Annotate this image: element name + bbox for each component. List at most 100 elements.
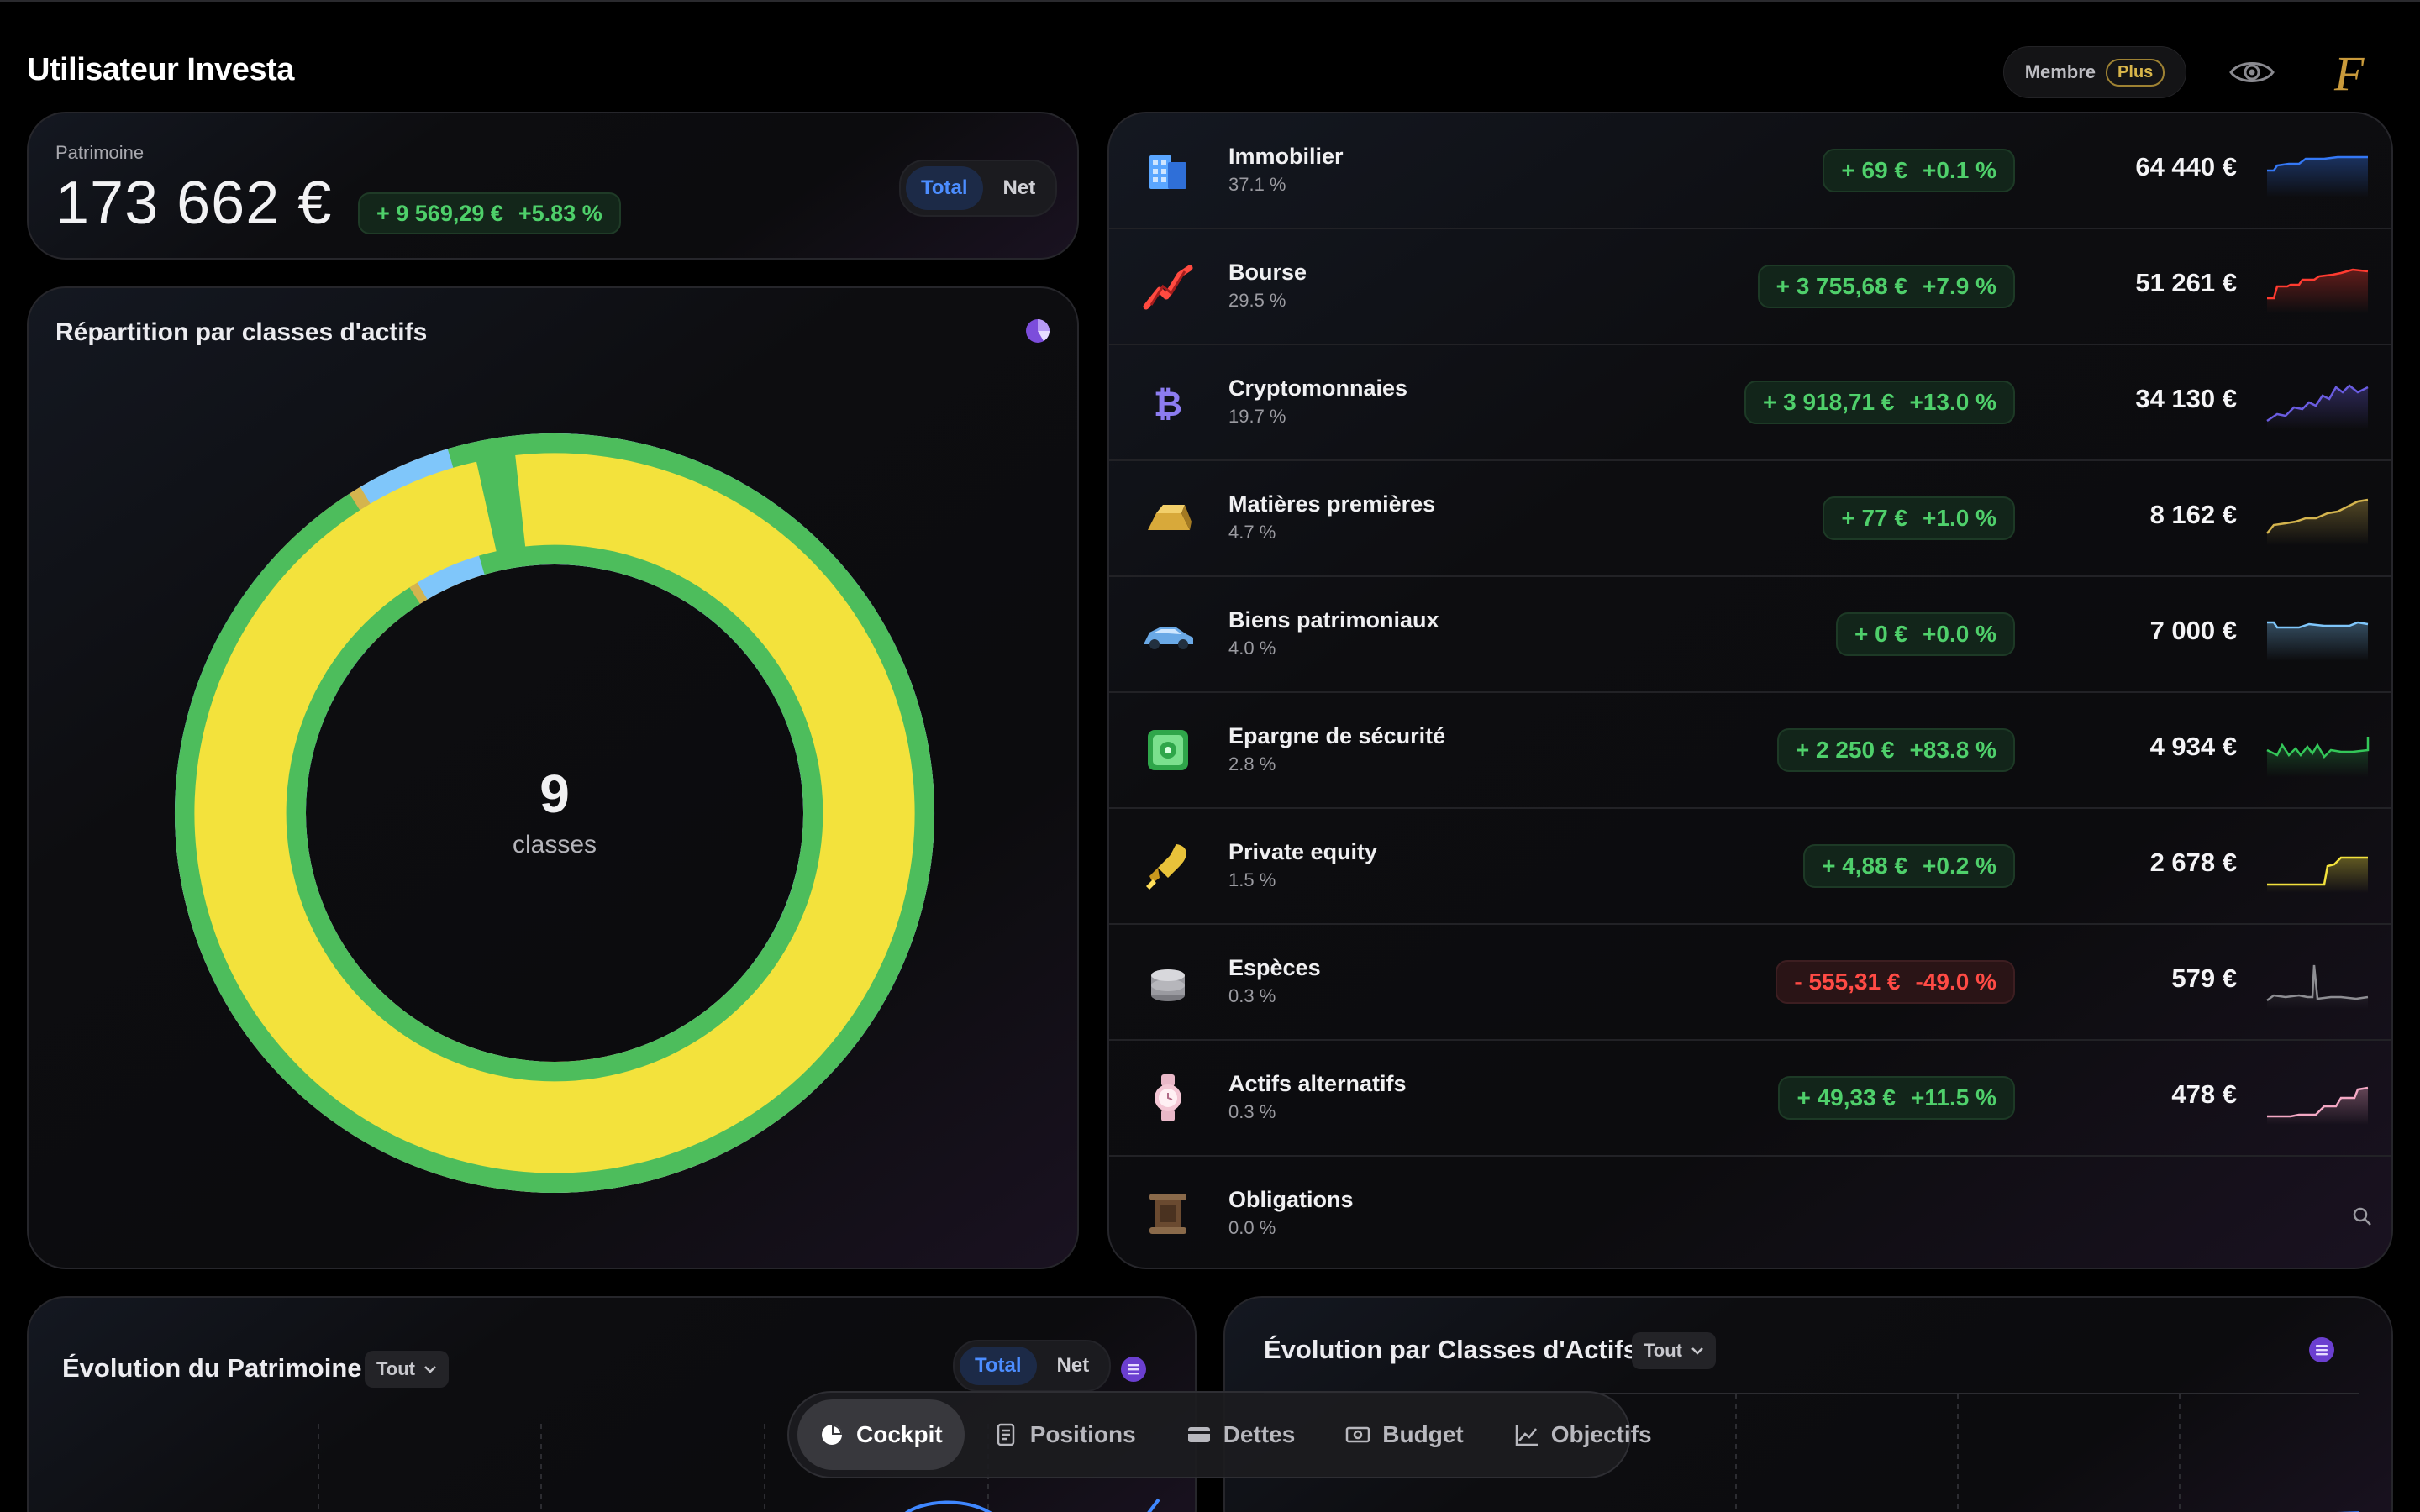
asset-delta-pct: +0.2 % xyxy=(1923,853,1996,879)
chevron-down-icon xyxy=(1691,1347,1703,1355)
asset-delta-amount: + 3 755,68 € xyxy=(1776,273,1908,299)
building-icon xyxy=(1138,140,1198,201)
asset-delta-badge: + 3 918,71 € +13.0 % xyxy=(1744,381,2015,424)
evolution-title: Évolution du Patrimoine xyxy=(62,1353,362,1383)
asset-delta-pct: +1.0 % xyxy=(1923,505,1996,531)
asset-name: Private equity xyxy=(1228,839,1378,864)
search-icon[interactable] xyxy=(2351,1205,2373,1227)
brand-logo[interactable]: F xyxy=(2334,45,2364,102)
asset-delta-badge: + 69 € +0.1 % xyxy=(1823,149,2015,192)
asset-row-private-equity[interactable]: Private equity 1.5 % + 4,88 € +0.2 % 2 678 € xyxy=(1109,809,2391,925)
asset-delta-badge: + 77 € +1.0 % xyxy=(1823,496,2015,540)
nav-positions[interactable]: Positions xyxy=(971,1399,1158,1470)
asset-row-biens-patrimoniaux[interactable]: Biens patrimoniaux 4.0 % + 0 € +0.0 % 7 000 … xyxy=(1109,577,2391,693)
asset-delta-badge: + 0 € +0.0 % xyxy=(1835,612,2015,656)
asset-row-epargne-de-s-curit-[interactable]: Epargne de sécurité 2.8 % + 2 250 € +83.8 %… xyxy=(1109,693,2391,809)
asset-delta-badge: + 2 250 € +83.8 % xyxy=(1776,728,2015,772)
patrimoine-delta-amount: + 9 569,29 € xyxy=(376,200,503,226)
asset-allocation-pct: 4.7 % xyxy=(1228,522,1276,543)
card-icon xyxy=(1187,1427,1210,1442)
nav-objectifs[interactable]: Objectifs xyxy=(1492,1399,1674,1470)
asset-row-cryptomonnaies[interactable]: ₿ Cryptomonnaies 19.7 % + 3 918,71 € +13.0 %… xyxy=(1109,345,2391,461)
pie-chart-icon[interactable] xyxy=(1023,317,1052,345)
asset-row-actifs-alternatifs[interactable]: Actifs alternatifs 0.3 % + 49,33 € +11.5 % 4… xyxy=(1109,1041,2391,1157)
trend-icon xyxy=(1515,1425,1538,1446)
asset-row-bourse[interactable]: Bourse 29.5 % + 3 755,68 € +7.9 % 51 261 € xyxy=(1109,229,2391,345)
nav-cockpit[interactable]: Cockpit xyxy=(797,1399,965,1470)
visibility-toggle[interactable] xyxy=(2227,54,2277,91)
evolution-total-net-toggle: Total Net xyxy=(953,1340,1112,1392)
nav-budget[interactable]: Budget xyxy=(1323,1399,1485,1470)
period-label: Tout xyxy=(1644,1340,1683,1361)
asset-value: 7 000 € xyxy=(2149,616,2237,645)
asset-delta-amount: + 3 918,71 € xyxy=(1762,389,1895,415)
stock-chart-icon xyxy=(1138,256,1198,317)
asset-sparkline xyxy=(2267,621,2369,661)
asset-row-esp-ces[interactable]: Espèces 0.3 % - 555,31 € -49.0 % 579 € xyxy=(1109,925,2391,1041)
asset-sparkline xyxy=(2266,737,2370,777)
patrimoine-label: Patrimoine xyxy=(55,142,145,163)
bitcoin-icon: ₿ xyxy=(1138,372,1198,433)
asset-sparkline xyxy=(2266,384,2369,429)
list-icon[interactable] xyxy=(1119,1355,1148,1383)
toggle-total[interactable]: Total xyxy=(960,1347,1037,1385)
asset-name: Matières premières xyxy=(1228,491,1436,517)
evolution-classes-title: Évolution par Classes d'Actifs xyxy=(1264,1335,1638,1364)
repartition-card: Répartition par classes d'actifs 9 class… xyxy=(27,286,1079,1269)
period-label: Tout xyxy=(376,1358,416,1379)
rocket-icon xyxy=(1138,836,1198,896)
coins-icon xyxy=(1138,952,1198,1012)
classes-count: 9 xyxy=(539,764,570,824)
evolution-period-dropdown[interactable]: Tout xyxy=(365,1351,450,1388)
asset-sparkline xyxy=(2267,1086,2369,1125)
asset-value: 34 130 € xyxy=(2135,384,2237,413)
asset-allocation-pct: 2.8 % xyxy=(1228,753,1276,774)
asset-sparkline xyxy=(2267,155,2368,197)
asset-row-obligations[interactable]: Obligations 0.0 % xyxy=(1109,1157,2391,1268)
toggle-total[interactable]: Total xyxy=(906,166,983,210)
asset-delta-amount: + 77 € xyxy=(1841,505,1908,531)
gold-bar-icon xyxy=(1138,488,1198,549)
window-top-border xyxy=(0,0,2420,2)
pie-icon xyxy=(822,1425,842,1445)
asset-allocation-pct: 29.5 % xyxy=(1228,290,1286,311)
asset-delta-amount: + 0 € xyxy=(1854,621,1908,647)
evolution-classes-period-dropdown[interactable]: Tout xyxy=(1632,1332,1717,1369)
nav-label: Budget xyxy=(1382,1421,1464,1447)
asset-delta-badge: + 4,88 € +0.2 % xyxy=(1803,844,2015,888)
asset-value: 51 261 € xyxy=(2135,268,2237,297)
nav-label: Objectifs xyxy=(1550,1421,1652,1447)
nav-dettes[interactable]: Dettes xyxy=(1165,1399,1318,1470)
page-title: Utilisateur Investa xyxy=(27,52,294,87)
asset-value: 8 162 € xyxy=(2149,500,2237,529)
asset-name: Actifs alternatifs xyxy=(1228,1071,1407,1096)
bottom-navigation: Cockpit Positions Dettes Budget Objectif… xyxy=(787,1391,1652,1478)
patrimoine-total-net-toggle: Total Net xyxy=(899,160,1058,217)
list-icon[interactable] xyxy=(2307,1336,2336,1364)
toggle-net[interactable]: Net xyxy=(1042,1347,1105,1385)
asset-delta-pct: -49.0 % xyxy=(1915,969,1997,995)
asset-sparkline xyxy=(2267,856,2368,893)
svg-text:₿: ₿ xyxy=(1154,383,1182,424)
asset-name: Biens patrimoniaux xyxy=(1228,607,1439,633)
asset-name: Obligations xyxy=(1228,1187,1354,1212)
asset-delta-badge: - 555,31 € -49.0 % xyxy=(1776,960,2015,1004)
toggle-net[interactable]: Net xyxy=(988,166,1051,210)
asset-allocation-pct: 4.0 % xyxy=(1228,638,1276,659)
membership-button[interactable]: Membre Plus xyxy=(2003,46,2186,98)
asset-delta-pct: +0.0 % xyxy=(1923,621,1996,647)
bond-icon xyxy=(1138,1184,1198,1244)
asset-class-list: Immobilier 37.1 % + 69 € +0.1 % 64 440 € Bour… xyxy=(1107,112,2393,1269)
asset-name: Espèces xyxy=(1228,955,1321,980)
asset-row-immobilier[interactable]: Immobilier 37.1 % + 69 € +0.1 % 64 440 € xyxy=(1109,113,2391,229)
nav-label: Positions xyxy=(1029,1421,1136,1447)
asset-value: 4 934 € xyxy=(2149,732,2237,761)
repartition-title: Répartition par classes d'actifs xyxy=(55,318,428,346)
asset-value: 579 € xyxy=(2171,963,2237,993)
patrimoine-card: Patrimoine 173 662 € + 9 569,29 € +5.83 … xyxy=(27,112,1079,260)
asset-row-mati-res-premi-res[interactable]: Matières premières 4.7 % + 77 € +1.0 % 8 162… xyxy=(1109,461,2391,577)
asset-delta-pct: +83.8 % xyxy=(1909,737,1996,763)
asset-name: Bourse xyxy=(1228,260,1307,285)
asset-delta-amount: - 555,31 € xyxy=(1794,969,1901,995)
asset-name: Cryptomonnaies xyxy=(1228,375,1408,401)
